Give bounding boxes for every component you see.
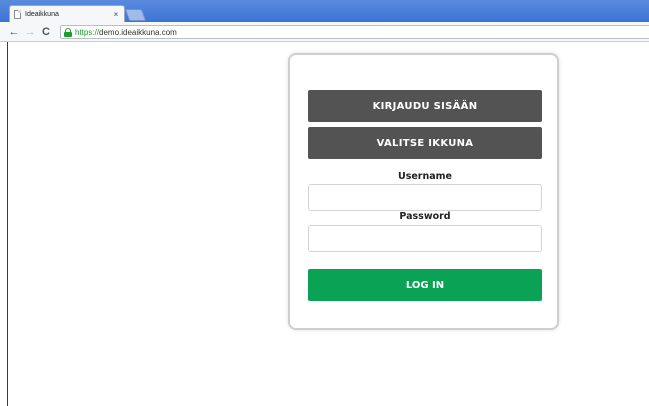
url-scheme: https:// bbox=[75, 27, 100, 37]
sign-in-button[interactable]: KIRJAUDU SISÄÄN bbox=[308, 90, 542, 122]
window-left-edge bbox=[0, 42, 8, 406]
browser-toolbar: ← → C https:// demo.ideaikkuna.com bbox=[0, 22, 649, 42]
browser-window: Ideaikkuna × ← → C https:// demo.ideaikk… bbox=[0, 0, 649, 406]
url-host: demo.ideaikkuna.com bbox=[99, 27, 177, 37]
password-input[interactable] bbox=[308, 225, 542, 252]
browser-tab[interactable]: Ideaikkuna × bbox=[9, 5, 125, 22]
lock-icon bbox=[64, 27, 72, 37]
arrow-right-icon[interactable]: → bbox=[24, 25, 36, 39]
log-in-button[interactable]: LOG IN bbox=[308, 269, 542, 301]
page-icon bbox=[14, 9, 21, 19]
arrow-left-icon[interactable]: ← bbox=[8, 25, 20, 39]
reload-icon[interactable]: C bbox=[40, 25, 52, 39]
username-input[interactable] bbox=[308, 184, 542, 211]
select-window-button[interactable]: VALITSE IKKUNA bbox=[308, 127, 542, 159]
address-bar[interactable]: https:// demo.ideaikkuna.com bbox=[60, 25, 649, 39]
login-card: KIRJAUDU SISÄÄN VALITSE IKKUNA Username … bbox=[288, 53, 559, 330]
password-label: Password bbox=[399, 211, 451, 222]
tab-strip: Ideaikkuna × bbox=[0, 0, 649, 22]
username-label: Username bbox=[397, 171, 452, 182]
close-icon[interactable]: × bbox=[110, 10, 122, 19]
new-tab-button[interactable] bbox=[124, 9, 147, 21]
tab-title: Ideaikkuna bbox=[25, 10, 59, 18]
